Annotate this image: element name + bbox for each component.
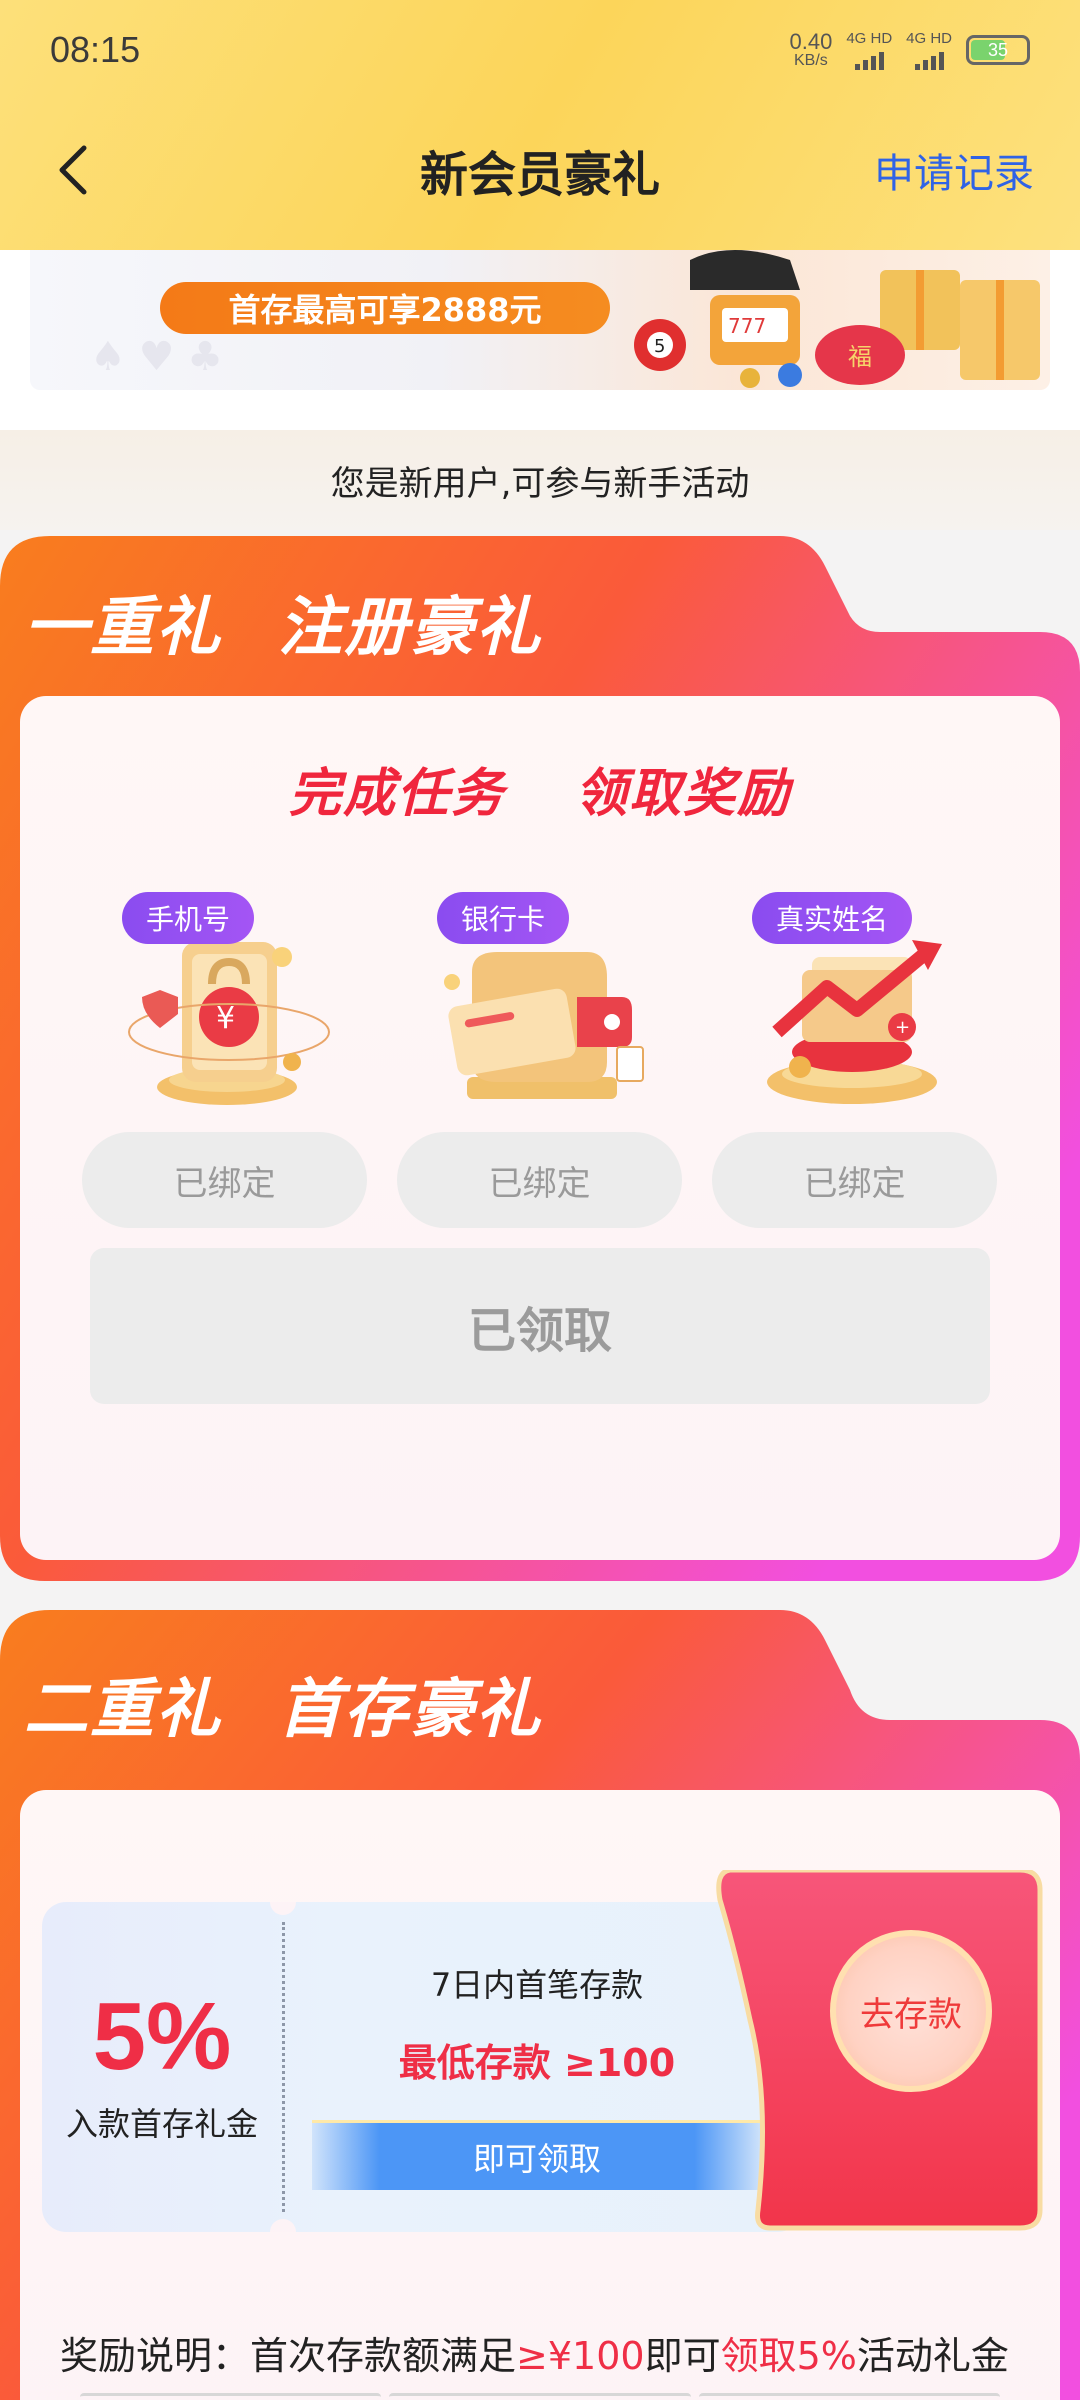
sim2-signal: 4G HD [906, 31, 952, 70]
nav-bar: 新会员豪礼 申请记录 [0, 120, 1080, 220]
lottery-gifts-illustration: 福 5 777 [634, 250, 1040, 388]
status-icons: 0.40 KB/s 4G HD 4G HD 35 [789, 31, 1030, 70]
coupon-min-deposit: 最低存款 ≥100 [398, 2041, 676, 2085]
task-real-name: 真实姓名 + 已绑定 [712, 892, 997, 1232]
section1-heading-title: 注册豪礼 [278, 591, 542, 665]
coupon-subtitle: 入款首存礼金 [65, 2105, 258, 2143]
svg-text:¥: ¥ [216, 1001, 235, 1036]
network-speed: 0.40 KB/s [789, 31, 832, 69]
task-status-phone[interactable]: 已绑定 [82, 1132, 367, 1228]
network-speed-unit: KB/s [794, 52, 828, 69]
status-time: 08:15 [50, 29, 141, 70]
network-speed-value: 0.40 [789, 29, 833, 54]
banner-area: ♠ ♥ ♣ 首存最高可享2888元 福 5 777 [0, 250, 1080, 430]
coupon-condition: 7日内首笔存款 [430, 1966, 644, 2004]
coupon-notch [270, 2219, 296, 2232]
promo-banner[interactable]: ♠ ♥ ♣ 首存最高可享2888元 福 5 777 [30, 250, 1050, 390]
section2-heading: 二重礼 首存豪礼 [24, 1658, 598, 1750]
deposit-panel: 去存款 [710, 1870, 1046, 2232]
reward-description: 奖励说明：首次存款额满足≥¥100即可领取5%活动礼金 [60, 2325, 1009, 2380]
reward-note-prefix: 奖励说明：首次存款额满足 [60, 2334, 517, 2378]
page-title: 新会员豪礼 [419, 147, 660, 203]
header: 08:15 0.40 KB/s 4G HD 4G HD 35 新会员豪礼 申请记… [0, 0, 1080, 250]
registration-gift-section: 一重礼 注册豪礼 完成任务 领取奖励 手机号 ¥ 已绑定 银行卡 已绑定 真实姓… [0, 536, 1080, 1581]
sim1-label: 4G HD [846, 29, 893, 47]
coupon-left: 5% 入款首存礼金 [42, 1902, 282, 2232]
task-phone: 手机号 ¥ 已绑定 [82, 892, 367, 1232]
promo-pill: 首存最高可享2888元 [160, 282, 610, 334]
coupon-percent: 5% [92, 1983, 232, 2090]
new-user-notice: 您是新用户,可参与新手活动 [0, 430, 1080, 530]
section2-heading-title: 首存豪礼 [278, 1673, 542, 1747]
signal-icon [854, 46, 884, 70]
status-bar: 08:15 0.40 KB/s 4G HD 4G HD 35 [0, 0, 1080, 100]
reward-note-suffix: 活动礼金 [856, 2334, 1009, 2378]
svg-text:777: 777 [728, 314, 766, 338]
svg-text:5: 5 [654, 336, 665, 357]
reward-note-mid: 即可 [644, 2334, 721, 2378]
svg-text:+: + [895, 1017, 910, 1038]
task-tag-phone: 手机号 [122, 892, 255, 944]
application-record-link[interactable]: 申请记录 [874, 141, 1034, 199]
svg-text:福: 福 [848, 343, 872, 371]
task-title-reward: 领取奖励 [575, 764, 792, 824]
task-title-complete: 完成任务 [288, 764, 505, 824]
sim2-label: 4G HD [906, 29, 952, 47]
first-deposit-card: 5% 入款首存礼金 7日内首笔存款 最低存款 ≥100 即可领取 去存款 奖励说… [20, 1790, 1060, 2400]
task-status-bank-card[interactable]: 已绑定 [397, 1132, 682, 1228]
task-tag-real-name: 真实姓名 [752, 892, 913, 944]
battery-icon: 35 [966, 35, 1030, 65]
task-status-real-name[interactable]: 已绑定 [712, 1132, 997, 1228]
first-deposit-gift-section: 二重礼 首存豪礼 5% 入款首存礼金 7日内首笔存款 最低存款 ≥100 即可领取 [0, 1610, 1080, 2400]
divider-tabs [80, 2393, 1000, 2400]
chevron-left-icon [59, 145, 87, 195]
sim1-signal: 4G HD [846, 31, 892, 70]
coupon-details: 7日内首笔存款 最低存款 ≥100 即可领取 [297, 1902, 777, 2232]
section2-heading-tier: 二重礼 [24, 1673, 222, 1747]
back-button[interactable] [50, 140, 100, 200]
go-deposit-button[interactable]: 去存款 [830, 1930, 992, 2092]
claimed-button[interactable]: 已领取 [90, 1248, 990, 1404]
task-bank-card: 银行卡 已绑定 [397, 892, 682, 1232]
task-tag-bank-card: 银行卡 [437, 892, 570, 944]
registration-task-card: 完成任务 领取奖励 手机号 ¥ 已绑定 银行卡 已绑定 真实姓名 + 已绑定 已… [20, 696, 1060, 1560]
svg-text:♠ ♥ ♣: ♠ ♥ ♣ [90, 334, 223, 380]
deposit-coupon: 5% 入款首存礼金 7日内首笔存款 最低存款 ≥100 即可领取 [42, 1902, 802, 2232]
battery-level: 35 [987, 39, 1009, 60]
reward-note-amount: ≥¥100 [516, 2334, 645, 2378]
signal-icon [914, 46, 944, 70]
coupon-claim-bar: 即可领取 [312, 2120, 762, 2190]
coupon-divider [282, 1922, 285, 2212]
section1-heading-tier: 一重礼 [24, 591, 222, 665]
reward-note-claim: 领取5% [720, 2334, 857, 2378]
section1-heading: 一重礼 注册豪礼 [24, 576, 598, 668]
task-title: 完成任务 领取奖励 [20, 751, 1060, 826]
